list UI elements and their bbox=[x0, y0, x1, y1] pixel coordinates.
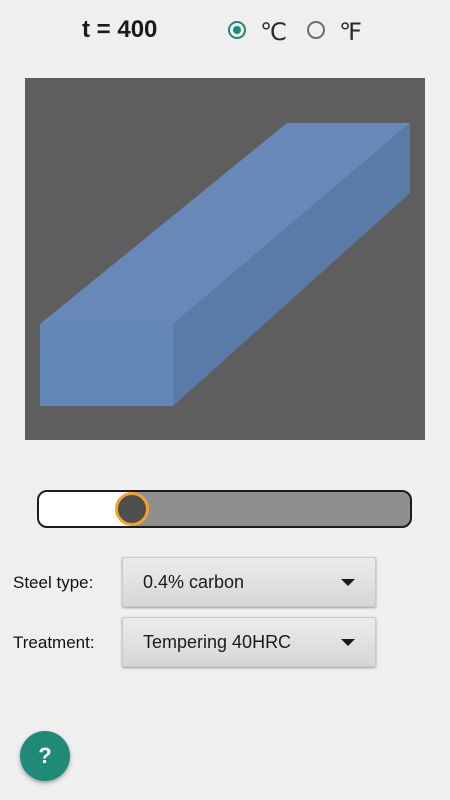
steel-bar-render bbox=[40, 123, 410, 406]
slider-thumb[interactable] bbox=[115, 492, 149, 526]
treatment-label: Treatment: bbox=[13, 633, 95, 652]
header: t = 400 ℃ ℉ bbox=[0, 0, 450, 66]
fahrenheit-label[interactable]: ℉ bbox=[339, 19, 362, 47]
steel-type-value: 0.4% carbon bbox=[143, 572, 245, 592]
triangle-down-icon bbox=[341, 579, 355, 586]
temperature-label: t = 400 bbox=[82, 16, 158, 43]
steel-type-dropdown[interactable]: 0.4% carbon bbox=[122, 557, 376, 607]
treatment-dropdown[interactable]: Tempering 40HRC bbox=[122, 617, 376, 667]
treatment-value: Tempering 40HRC bbox=[143, 632, 292, 652]
celsius-radio[interactable] bbox=[228, 21, 246, 39]
treatment-row: Treatment: Tempering 40HRC bbox=[0, 617, 450, 667]
steel-bar-viewport bbox=[25, 78, 425, 440]
help-button[interactable]: ? bbox=[20, 731, 70, 781]
steel-type-row: Steel type: 0.4% carbon bbox=[0, 557, 450, 607]
temperature-slider[interactable] bbox=[37, 490, 412, 528]
fahrenheit-radio[interactable] bbox=[307, 21, 325, 39]
steel-bar-front-face bbox=[40, 324, 173, 406]
celsius-label[interactable]: ℃ bbox=[260, 19, 287, 47]
steel-type-label: Steel type: bbox=[13, 573, 94, 592]
triangle-down-icon bbox=[341, 639, 355, 646]
